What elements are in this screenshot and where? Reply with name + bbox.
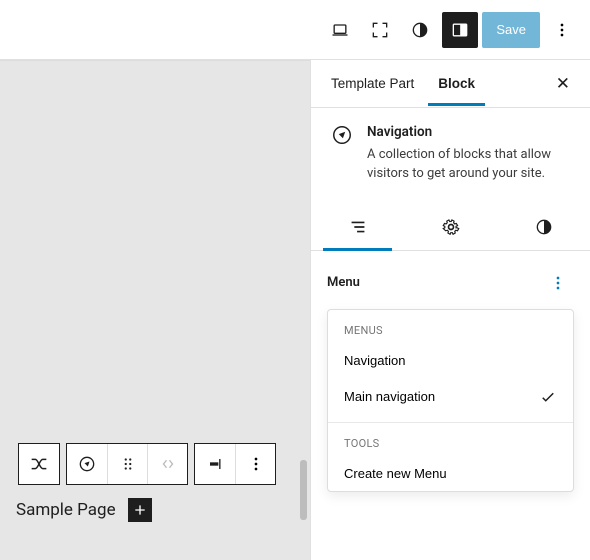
menu-options-button[interactable]	[542, 267, 574, 299]
half-circle-icon	[534, 217, 554, 237]
view-fullscreen-button[interactable]	[362, 12, 398, 48]
kebab-icon	[552, 20, 572, 40]
inspector-subtabs	[311, 204, 590, 251]
create-menu-label: Create new Menu	[344, 466, 447, 481]
expand-icon	[370, 20, 390, 40]
check-icon	[539, 388, 557, 406]
plus-icon	[132, 502, 148, 518]
shuffle-icon	[28, 453, 50, 475]
align-right-icon	[205, 454, 225, 474]
menu-dropdown: Menus Navigation Main navigation Tools C…	[327, 309, 574, 492]
menu-option[interactable]: Main navigation	[328, 378, 573, 416]
move-buttons[interactable]	[147, 444, 187, 484]
list-icon	[347, 216, 369, 238]
settings-sidebar: Template Part Block ✕ Navigation A colle…	[310, 60, 590, 560]
chevrons-icon	[157, 455, 179, 473]
more-options-button[interactable]	[544, 12, 580, 48]
sidebar-tabs: Template Part Block ✕	[311, 60, 590, 108]
half-circle-icon	[410, 20, 430, 40]
block-more-options-button[interactable]	[235, 444, 275, 484]
tab-block[interactable]: Block	[434, 62, 479, 105]
save-button[interactable]: Save	[482, 12, 540, 48]
subtab-list[interactable]	[311, 204, 404, 250]
close-sidebar-button[interactable]: ✕	[548, 66, 578, 102]
subtab-styles[interactable]	[497, 204, 590, 250]
tab-template-part[interactable]: Template Part	[327, 62, 418, 105]
justify-button[interactable]	[195, 444, 235, 484]
settings-sidebar-toggle[interactable]	[442, 12, 478, 48]
block-toolbar	[18, 443, 276, 485]
add-block-button[interactable]	[128, 498, 152, 522]
block-title: Navigation	[367, 124, 570, 140]
nav-item-row: Sample Page	[16, 498, 152, 522]
view-desktop-button[interactable]	[322, 12, 358, 48]
menu-panel-header: Menu	[311, 251, 590, 309]
subtab-settings[interactable]	[404, 204, 497, 250]
create-menu-button[interactable]: Create new Menu	[328, 456, 573, 491]
compass-icon	[77, 454, 97, 474]
editor-canvas: Sample Page	[0, 60, 310, 560]
editor-top-toolbar: Save	[0, 0, 590, 60]
menu-option[interactable]: Navigation	[328, 343, 573, 378]
sidebar-icon	[450, 20, 470, 40]
dropdown-heading-tools: Tools	[328, 423, 573, 456]
dropdown-heading-menus: Menus	[328, 310, 573, 343]
menu-option-label: Navigation	[344, 353, 405, 368]
block-type-button[interactable]	[19, 444, 59, 484]
block-card: Navigation A collection of blocks that a…	[311, 108, 590, 204]
menu-option-label: Main navigation	[344, 389, 435, 404]
laptop-icon	[330, 20, 350, 40]
menu-label: Menu	[327, 275, 360, 290]
kebab-icon	[548, 273, 568, 293]
nav-item-label[interactable]: Sample Page	[16, 500, 116, 520]
gear-icon	[441, 217, 461, 237]
kebab-icon	[246, 454, 266, 474]
block-description: A collection of blocks that allow visito…	[367, 146, 570, 184]
compass-icon	[331, 124, 353, 184]
scrollbar[interactable]	[300, 460, 307, 520]
drag-icon	[119, 455, 137, 473]
drag-handle-button[interactable]	[107, 444, 147, 484]
styles-button[interactable]	[402, 12, 438, 48]
navigation-block-icon-button[interactable]	[67, 444, 107, 484]
